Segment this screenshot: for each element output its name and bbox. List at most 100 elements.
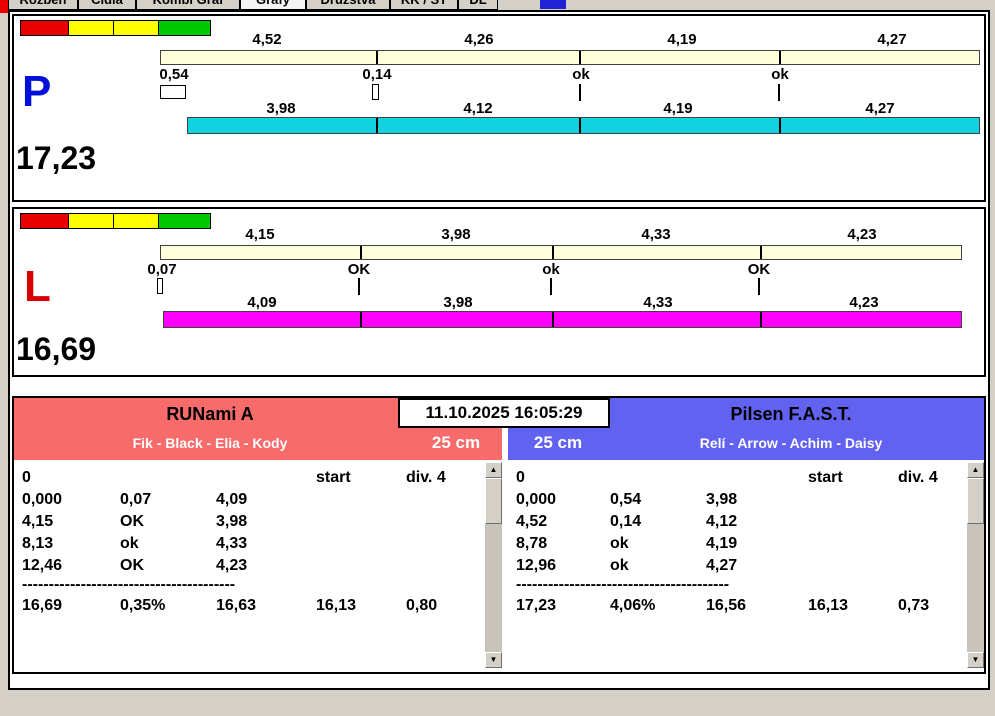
arrow-up-icon: ▲ (489, 465, 498, 474)
team-left-name: RUNami A (166, 404, 254, 424)
sensor-split-bar-p (160, 50, 980, 65)
dog-time-label: 4,27 (865, 100, 895, 117)
tick-mark (778, 84, 780, 101)
dog-time-label: 3,98 (443, 294, 473, 311)
cell: 16,13 (808, 597, 849, 614)
cell: 0,000 (516, 491, 557, 508)
change-label: 0,14 (362, 66, 392, 83)
change-loss-box (372, 84, 379, 100)
cell: 0,35% (120, 597, 166, 614)
cell: start (808, 469, 843, 486)
bar-divider (360, 312, 362, 327)
light-green (158, 20, 211, 36)
cell: ok (120, 535, 139, 552)
light-yellow (68, 20, 114, 36)
cell: 3,98 (706, 491, 738, 508)
cell: div. 4 (898, 469, 938, 486)
split-label: 4,27 (877, 31, 907, 48)
bar-divider (760, 312, 762, 327)
arrow-down-icon: ▼ (489, 655, 498, 664)
datetime-display: 11.10.2025 16:05:29 (398, 398, 610, 428)
cell: ok (610, 557, 629, 574)
change-label: OK (347, 261, 371, 278)
cell: 12,46 (22, 557, 63, 574)
table-row: 0 start div. 4 (508, 468, 966, 488)
bar-divider (579, 118, 581, 133)
team-right-name: Pilsen F.A.S.T. (730, 404, 852, 424)
tab-rozbeh[interactable]: Rozběh (8, 0, 78, 10)
main-area: 4,52 4,26 4,19 4,27 0,54 0,14 ok ok 3,98… (8, 10, 990, 690)
divider-row: ---------------------------------------- (14, 575, 484, 595)
tab-dl[interactable]: DL (458, 0, 498, 10)
scroll-down-button[interactable]: ▼ (485, 652, 502, 668)
light-yellow (68, 213, 114, 229)
cell: 0,000 (22, 491, 63, 508)
table-row: 4,15 OK 3,98 (14, 512, 484, 532)
cell: 16,56 (706, 597, 747, 614)
scroll-thumb[interactable] (485, 478, 502, 524)
cell: 4,52 (516, 513, 548, 530)
cell: 4,27 (706, 557, 738, 574)
cell: 0 (516, 469, 525, 486)
cell: div. 4 (406, 469, 446, 486)
cell: 4,06% (610, 597, 656, 614)
bar-divider (376, 51, 378, 64)
start-loss-box (157, 278, 163, 294)
bar-divider (760, 246, 762, 259)
status-light-strip-l (20, 213, 211, 229)
tab-grafy[interactable]: Grafy (240, 0, 306, 10)
change-label: 0,07 (147, 261, 177, 278)
lane-panel-p: 4,52 4,26 4,19 4,27 0,54 0,14 ok ok 3,98… (12, 14, 986, 202)
cell: 8,13 (22, 535, 54, 552)
tab-druzstva[interactable]: Družstva (306, 0, 390, 10)
table-row: 0,000 0,54 3,98 (508, 490, 966, 510)
team-right-dogs: Relí - Arrow - Achim - Daisy (699, 435, 883, 451)
cell: 4,23 (216, 557, 248, 574)
dog-time-label: 4,19 (663, 100, 693, 117)
split-label: 4,15 (245, 226, 275, 243)
lane-total-p: 17,23 (16, 140, 97, 176)
table-row: 0 start div. 4 (14, 468, 484, 488)
dog-time-label: 4,33 (643, 294, 673, 311)
scroll-up-button[interactable]: ▲ (485, 462, 502, 478)
scrollbar[interactable]: ▲ ▼ (967, 462, 984, 668)
sensor-split-bar-l (160, 245, 962, 260)
team-left-results-table: 0 start div. 4 0,000 0,07 4,09 4,15 OK 3… (14, 462, 502, 668)
cell: 4,15 (22, 513, 54, 530)
tab-kombi-graf[interactable]: Kombi Graf (136, 0, 240, 10)
cell: OK (120, 557, 144, 574)
cell: 0,14 (610, 513, 642, 530)
dog-time-label: 4,12 (463, 100, 493, 117)
left-edge-marker (0, 0, 8, 13)
scroll-up-button[interactable]: ▲ (967, 462, 984, 478)
table-row: 12,46 OK 4,23 (14, 556, 484, 576)
tabs-row: Rozběh Čidla Kombi Graf Grafy Družstva K… (8, 0, 708, 10)
table-row: 8,78 ok 4,19 (508, 534, 966, 554)
dog-time-bar-p (187, 117, 980, 134)
cell: 4,33 (216, 535, 248, 552)
bar-divider (376, 118, 378, 133)
light-red (20, 213, 69, 229)
cell: 16,13 (316, 597, 357, 614)
tab-kk-st[interactable]: KK / ST (390, 0, 458, 10)
cell: 0 (22, 469, 31, 486)
table-row: 4,52 0,14 4,12 (508, 512, 966, 532)
summary-row: 16,69 0,35% 16,63 16,13 0,80 (14, 596, 484, 616)
change-label: OK (747, 261, 771, 278)
scrollbar[interactable]: ▲ ▼ (485, 462, 502, 668)
indicator-blue (540, 0, 566, 9)
cell: ---------------------------------------- (22, 576, 236, 593)
light-yellow (113, 213, 159, 229)
change-label: ok (542, 261, 560, 278)
tab-cidla[interactable]: Čidla (78, 0, 136, 10)
scroll-down-button[interactable]: ▼ (967, 652, 984, 668)
scroll-thumb[interactable] (967, 478, 984, 524)
cell: 4,12 (706, 513, 738, 530)
bar-divider (552, 312, 554, 327)
split-label: 4,26 (464, 31, 494, 48)
bar-divider (779, 51, 781, 64)
status-light-strip-p (20, 20, 211, 36)
start-loss-box (160, 85, 186, 99)
split-label: 3,98 (441, 226, 471, 243)
dog-time-bar-l (163, 311, 962, 328)
